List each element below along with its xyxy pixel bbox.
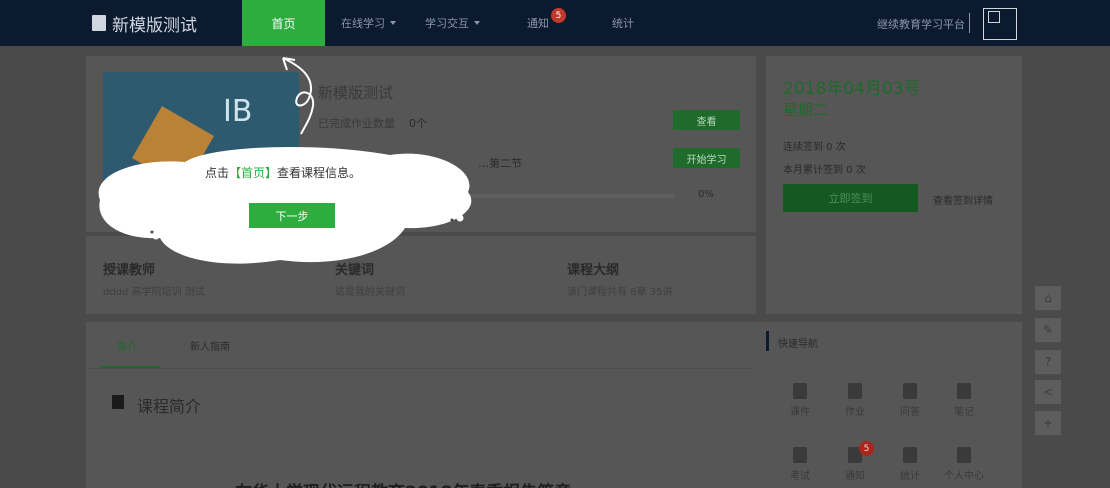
nav-statistics-label: 统计: [612, 17, 634, 30]
start-learning-button[interactable]: 开始学习: [673, 148, 740, 168]
nav-online-learning-label: 在线学习: [341, 17, 385, 30]
nav-statistics[interactable]: 统计: [612, 0, 634, 46]
brand-title: 新模版测试: [112, 15, 197, 36]
homework-count-value: 0个: [409, 117, 427, 130]
nav-online-learning[interactable]: 在线学习: [341, 0, 396, 46]
book-icon: [793, 383, 807, 399]
avatar[interactable]: [983, 8, 1017, 40]
quick-nav-label: 作业: [845, 407, 865, 418]
consecutive-signin: 连续签到 0 次: [783, 142, 846, 153]
outline-value: 该门课程共有 8章 35讲: [567, 287, 673, 298]
quick-nav-label: 通知: [845, 471, 865, 482]
nav-notifications[interactable]: 通知: [527, 0, 549, 46]
plus-icon[interactable]: +: [1035, 411, 1061, 435]
intro-heading: 在华大学现代远程教育2018年春季报告简章: [235, 478, 571, 488]
copy-icon: [903, 383, 917, 399]
divider: [969, 13, 970, 33]
monthly-signin: 本月累计签到 0 次: [783, 165, 866, 176]
chevron-down-icon: [474, 21, 480, 25]
active-tab-indicator: [100, 366, 160, 368]
quick-nav-label: 考试: [790, 471, 810, 482]
thumbnail-logo: IB: [223, 94, 253, 129]
tour-text-highlight: 【首页】: [229, 166, 278, 180]
edit-icon[interactable]: ✎: [1035, 318, 1061, 342]
quick-nav-item[interactable]: 作业: [825, 383, 885, 418]
book-icon: [92, 15, 106, 31]
tour-text-after: 查看课程信息。: [277, 166, 362, 180]
person-icon: [957, 447, 971, 463]
next-step-button[interactable]: 下一步: [249, 203, 335, 228]
help-icon[interactable]: ?: [1035, 350, 1061, 374]
nav-interaction-label: 学习交互: [425, 17, 469, 30]
nav-home[interactable]: 首页: [242, 0, 325, 46]
quick-nav-label: 笔记: [954, 407, 974, 418]
signin-detail-link[interactable]: 查看签到详情: [933, 192, 993, 207]
quick-nav-item[interactable]: 笔记: [934, 383, 994, 418]
current-chapter: …第二节: [478, 157, 522, 170]
home-icon[interactable]: ⌂: [1035, 286, 1061, 310]
quick-nav-label: 课件: [790, 407, 810, 418]
outline-label: 课程大纲: [567, 263, 620, 278]
quick-nav-item[interactable]: 问答: [880, 383, 940, 418]
quick-nav-label: 个人中心: [944, 471, 984, 482]
quick-nav-title: 快速导航: [778, 339, 818, 350]
top-navbar: 新模版测试 首页 在线学习 学习交互 通知 5 统计 继续教育学习平台: [0, 0, 1110, 46]
progress-percent: 0%: [698, 189, 714, 200]
tour-text-before: 点击: [205, 166, 230, 180]
bookmark-icon: [848, 383, 862, 399]
quick-nav-label: 统计: [900, 471, 920, 482]
quick-nav-label: 问答: [900, 407, 920, 418]
tour-arrow-icon: [282, 57, 315, 135]
keywords-value: 这是我的关键词: [335, 287, 405, 298]
notification-badge: 5: [859, 441, 874, 456]
avatar-image: [988, 11, 1000, 23]
chart-icon: [903, 447, 917, 463]
teacher-value: dddd 高学院培训 测试: [103, 287, 205, 298]
nav-notifications-label: 通知: [527, 17, 549, 30]
signin-weekday: 星期二: [783, 101, 829, 119]
quick-nav-accent: [766, 331, 769, 351]
view-button[interactable]: 查看: [673, 110, 740, 130]
edit-icon: [957, 383, 971, 399]
notification-badge: 5: [551, 8, 566, 23]
nav-interaction[interactable]: 学习交互: [425, 0, 480, 46]
quick-nav-item[interactable]: 考试: [770, 447, 830, 482]
quick-nav-item[interactable]: 课件: [770, 383, 830, 418]
user-icon: [793, 447, 807, 463]
platform-link[interactable]: 继续教育学习平台: [877, 16, 965, 32]
tab-intro[interactable]: 简介: [117, 338, 137, 353]
bookmark-icon: [112, 395, 124, 409]
quick-nav-item[interactable]: 统计: [880, 447, 940, 482]
quick-nav-item[interactable]: 个人中心: [934, 447, 994, 482]
progress-bar: [470, 194, 675, 198]
nav-home-label: 首页: [271, 16, 296, 31]
tour-message: 点击【首页】查看课程信息。: [205, 164, 361, 181]
section-title: 课程简介: [137, 397, 202, 416]
tabs-divider: [86, 368, 754, 369]
quick-nav-item[interactable]: 通知 5: [825, 441, 885, 482]
signin-button[interactable]: 立即签到: [783, 184, 918, 212]
tab-guide[interactable]: 新人指南: [190, 338, 230, 353]
signin-date: 2018年04月03号: [783, 79, 921, 99]
brand[interactable]: 新模版测试: [92, 12, 197, 36]
share-icon[interactable]: <: [1035, 380, 1061, 404]
chevron-down-icon: [390, 21, 396, 25]
